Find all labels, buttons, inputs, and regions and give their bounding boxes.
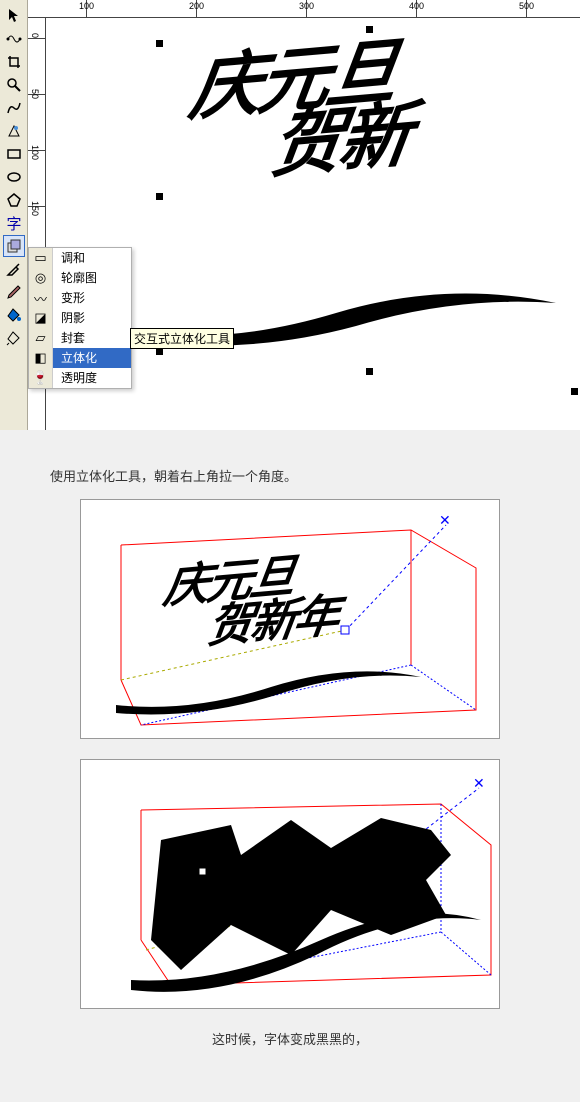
- ruler-tick: 150: [30, 201, 40, 216]
- shadow-icon: ◪: [29, 308, 52, 328]
- flyout-item-blend[interactable]: 调和: [53, 248, 131, 268]
- ellipse-tool[interactable]: [3, 166, 25, 188]
- selection-handle[interactable]: [571, 388, 578, 395]
- selection-handle[interactable]: [366, 368, 373, 375]
- envelope-icon: ▱: [29, 328, 52, 348]
- ruler-tick: 500: [519, 1, 534, 11]
- interactive-tool-flyout: ▭ ◎ 〰 ◪ ▱ ◧ 🍷 调和 轮廓图 变形 阴影 封套 立体化 透明度: [28, 247, 132, 389]
- selection-handle[interactable]: [156, 40, 163, 47]
- blend-icon: ▭: [29, 248, 52, 268]
- fill-tool[interactable]: [3, 304, 25, 326]
- text-line-2: 贺新: [267, 103, 412, 180]
- flyout-item-contour[interactable]: 轮廓图: [53, 268, 131, 288]
- smart-tool[interactable]: [3, 120, 25, 142]
- ruler-tick: 300: [299, 1, 314, 11]
- interactive-fill-tool[interactable]: [3, 327, 25, 349]
- rectangle-tool[interactable]: [3, 143, 25, 165]
- ruler-tick: 100: [30, 145, 40, 160]
- flyout-item-extrude[interactable]: 立体化: [53, 348, 131, 368]
- tutorial-step-text: 使用立体化工具，朝着右上角拉一个角度。: [50, 466, 530, 485]
- fig-swoosh: [81, 665, 501, 725]
- figure-extrude-result: ✕: [80, 759, 500, 1009]
- flyout-item-distort[interactable]: 变形: [53, 288, 131, 308]
- flyout-list: 调和 轮廓图 变形 阴影 封套 立体化 透明度: [53, 248, 131, 388]
- figure-extrude-applied: ✕ 庆元旦 贺新年: [80, 499, 500, 739]
- flyout-item-envelope[interactable]: 封套: [53, 328, 131, 348]
- selection-handle[interactable]: [156, 193, 163, 200]
- ruler-tick: 0: [30, 33, 40, 38]
- shape-tool[interactable]: [3, 28, 25, 50]
- ruler-tick: 50: [30, 89, 40, 99]
- fig-text-line2: 贺新年: [205, 594, 340, 649]
- artwork-text[interactable]: 庆元旦 贺新: [177, 38, 421, 187]
- flyout-icon-column: ▭ ◎ 〰 ◪ ▱ ◧ 🍷: [29, 248, 53, 388]
- tooltip: 交互式立体化工具: [130, 328, 234, 349]
- svg-text:✕: ✕: [473, 775, 485, 791]
- ruler-tick: 100: [79, 1, 94, 11]
- flyout-item-transparency[interactable]: 透明度: [53, 368, 131, 388]
- tutorial-step-text-2: 这时候，字体变成黑黑的，: [50, 1029, 530, 1048]
- contour-icon: ◎: [29, 268, 52, 288]
- toolbox: 字: [0, 0, 28, 430]
- text-tool[interactable]: 字: [3, 212, 25, 234]
- zoom-tool[interactable]: [3, 74, 25, 96]
- flyout-item-shadow[interactable]: 阴影: [53, 308, 131, 328]
- pick-tool[interactable]: [3, 5, 25, 27]
- svg-text:✕: ✕: [439, 512, 451, 528]
- crop-tool[interactable]: [3, 51, 25, 73]
- eyedropper-tool[interactable]: [3, 258, 25, 280]
- freehand-tool[interactable]: [3, 97, 25, 119]
- tutorial-body: 使用立体化工具，朝着右上角拉一个角度。 ✕ 庆元旦 贺新年: [0, 430, 580, 1102]
- figure-svg-2: ✕: [81, 760, 501, 1010]
- polygon-tool[interactable]: [3, 189, 25, 211]
- extrude-icon: ◧: [29, 348, 52, 368]
- horizontal-ruler: 100 200 300 400 500: [28, 0, 580, 18]
- outline-tool[interactable]: [3, 281, 25, 303]
- transparency-icon: 🍷: [29, 368, 52, 388]
- distort-icon: 〰: [29, 288, 52, 308]
- ruler-tick: 200: [189, 1, 204, 11]
- selection-handle[interactable]: [366, 26, 373, 33]
- ruler-tick: 400: [409, 1, 424, 11]
- selection-handle[interactable]: [156, 348, 163, 355]
- interactive-tool[interactable]: [3, 235, 25, 257]
- editor-window: 字 100 200 300 400 500 0 50 100 150 200 庆…: [0, 0, 580, 430]
